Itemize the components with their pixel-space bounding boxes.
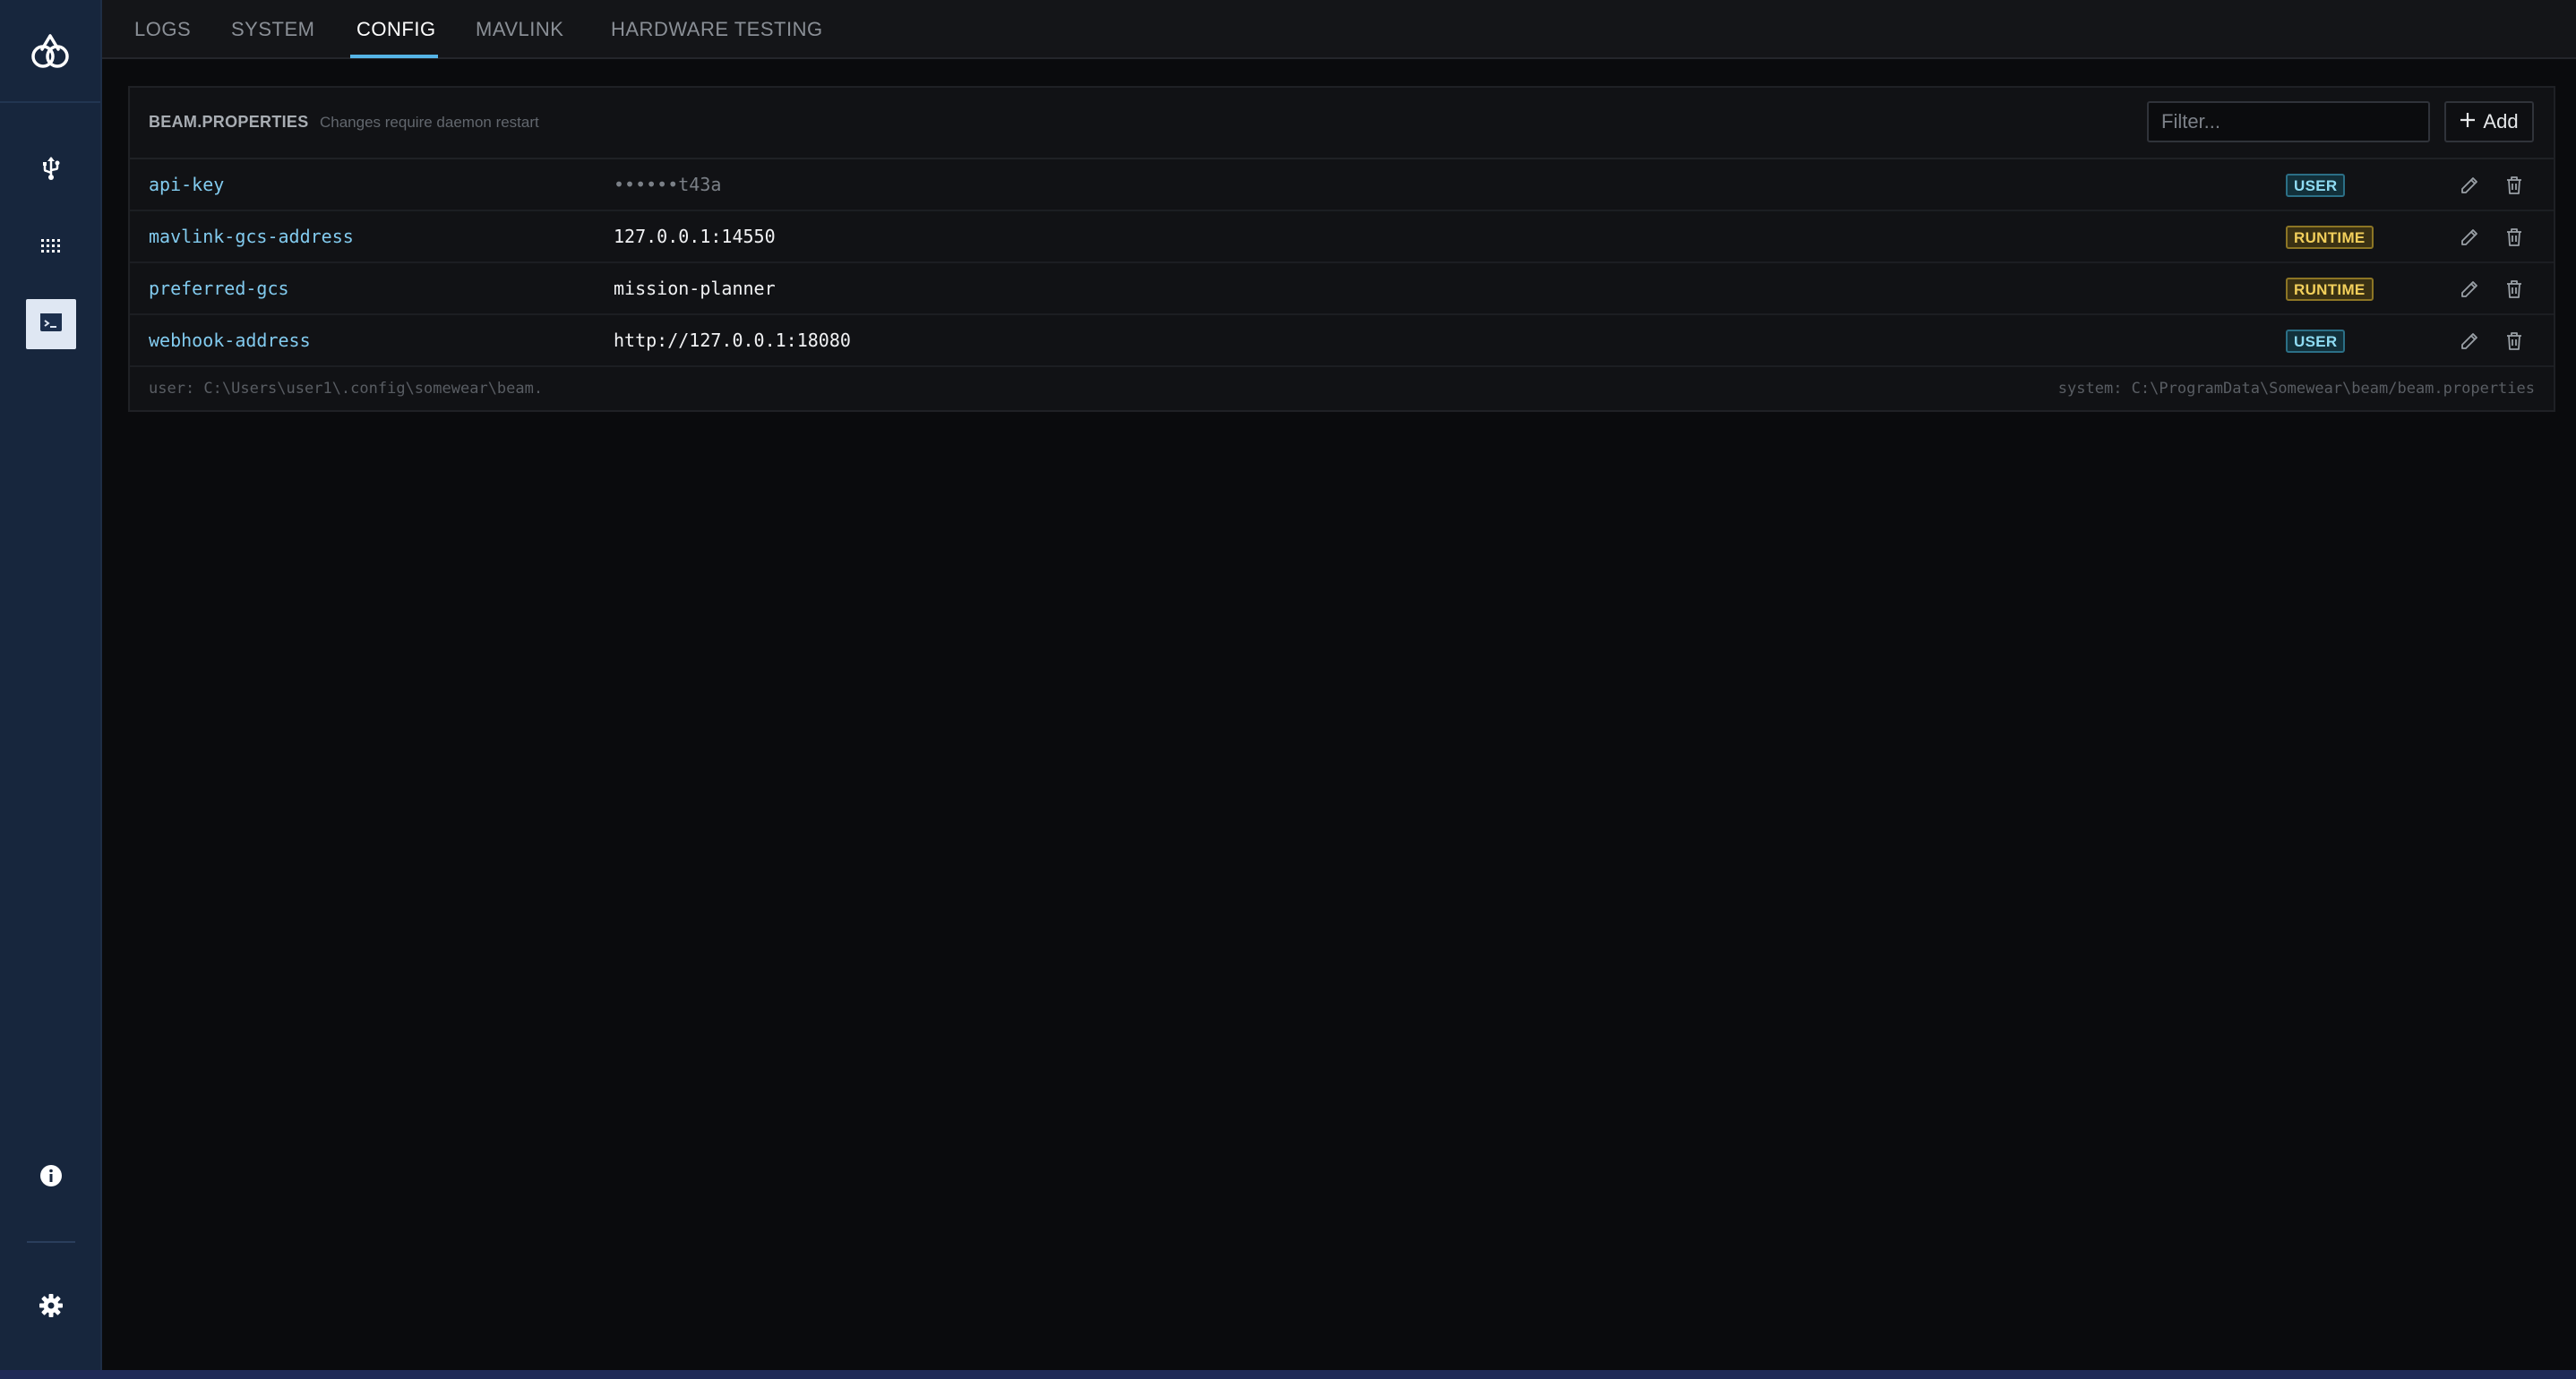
sidebar-item-terminal[interactable] [26, 299, 76, 349]
property-key[interactable]: mavlink-gcs-address [149, 226, 354, 247]
sidebar [0, 0, 102, 1379]
property-value: http://127.0.0.1:18080 [614, 330, 851, 351]
panel-subtitle: Changes require daemon restart [320, 114, 539, 131]
properties-panel: BEAM.PROPERTIES Changes require daemon r… [128, 86, 2555, 412]
property-key[interactable]: api-key [149, 174, 224, 195]
tab-bar: LOGS SYSTEM CONFIG MAVLINK HARDWARE TEST… [102, 0, 2576, 59]
sidebar-divider [0, 101, 100, 103]
gear-icon [39, 1293, 63, 1322]
scope-badge: USER [2286, 174, 2346, 197]
sidebar-item-settings[interactable] [26, 1282, 76, 1332]
trash-icon[interactable] [2503, 278, 2525, 300]
active-tab-indicator [350, 55, 438, 58]
add-property-button[interactable]: Add [2444, 101, 2534, 142]
sidebar-item-info[interactable] [26, 1152, 76, 1203]
property-key[interactable]: webhook-address [149, 330, 311, 351]
trash-icon[interactable] [2503, 330, 2525, 352]
system-config-path: system: C:\ProgramData\Somewear\beam/bea… [2057, 380, 2535, 398]
property-value: mission-planner [614, 278, 776, 299]
panel-header: BEAM.PROPERTIES Changes require daemon r… [130, 88, 2554, 159]
tab-system[interactable]: SYSTEM [231, 0, 314, 59]
trash-icon[interactable] [2503, 227, 2525, 248]
table-row: mavlink-gcs-address 127.0.0.1:14550 RUNT… [130, 211, 2554, 263]
scope-badge: RUNTIME [2286, 278, 2374, 301]
edit-icon[interactable] [2459, 227, 2480, 248]
sidebar-item-grid[interactable] [26, 223, 76, 273]
window-bottom-edge [0, 1370, 2576, 1379]
tab-mavlink[interactable]: MAVLINK [476, 0, 563, 59]
panel-title: BEAM.PROPERTIES [149, 113, 309, 131]
trash-icon[interactable] [2503, 175, 2525, 196]
edit-icon[interactable] [2459, 330, 2480, 352]
table-row: webhook-address http://127.0.0.1:18080 U… [130, 315, 2554, 367]
grid-icon [41, 238, 61, 258]
terminal-icon [39, 313, 63, 337]
filter-input[interactable] [2147, 101, 2430, 142]
edit-icon[interactable] [2459, 175, 2480, 196]
plus-icon [2460, 110, 2476, 133]
usb-icon [41, 156, 61, 184]
table-row: api-key ••••••t43a USER [130, 159, 2554, 211]
property-value: 127.0.0.1:14550 [614, 226, 776, 247]
scope-badge: USER [2286, 330, 2346, 353]
tab-logs[interactable]: LOGS [134, 0, 191, 59]
property-value: ••••••t43a [614, 174, 722, 195]
tab-config[interactable]: CONFIG [356, 0, 436, 59]
tab-hardware-testing[interactable]: HARDWARE TESTING [611, 0, 823, 59]
sidebar-item-usb[interactable] [26, 145, 76, 195]
user-config-path: user: C:\Users\user1\.config\somewear\be… [149, 380, 544, 398]
property-key[interactable]: preferred-gcs [149, 278, 289, 299]
scope-badge: RUNTIME [2286, 226, 2374, 249]
add-button-label: Add [2483, 110, 2519, 133]
edit-icon[interactable] [2459, 278, 2480, 300]
app-logo-icon[interactable] [30, 34, 71, 70]
sidebar-divider-bottom [27, 1241, 75, 1243]
config-paths-footer: user: C:\Users\user1\.config\somewear\be… [130, 369, 2554, 410]
info-icon [39, 1164, 63, 1192]
table-row: preferred-gcs mission-planner RUNTIME [130, 263, 2554, 315]
